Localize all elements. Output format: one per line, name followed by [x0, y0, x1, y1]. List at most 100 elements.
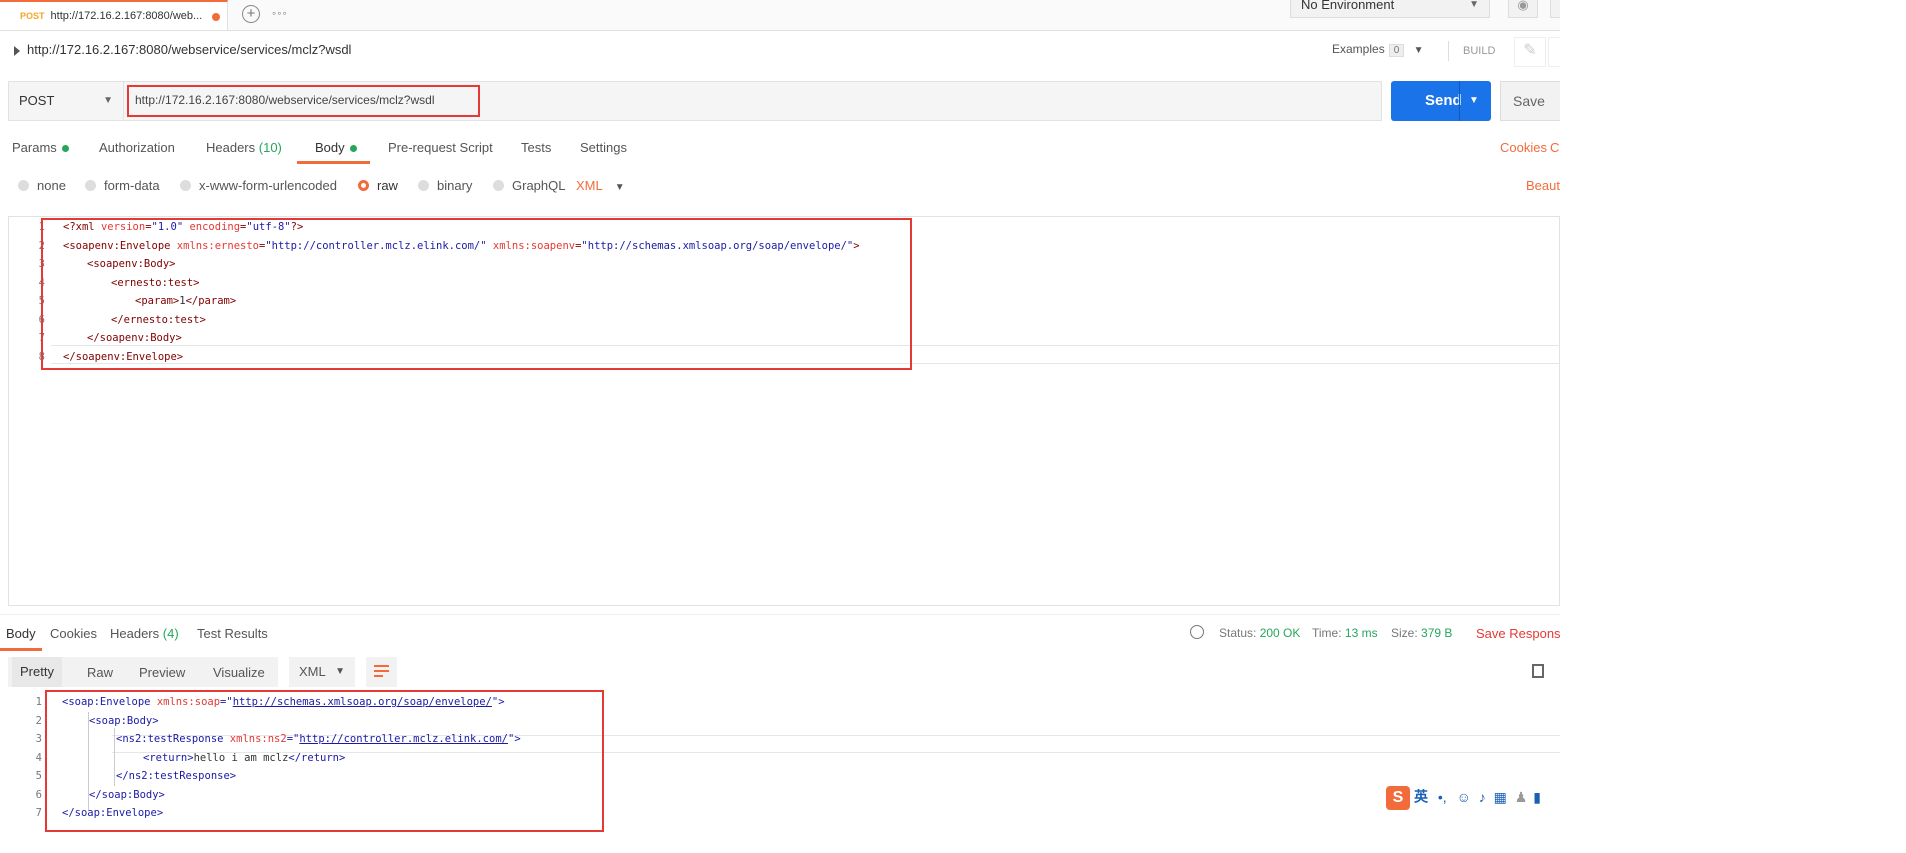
request-bar: POST ▼ http://172.16.2.167:8080/webservi…: [8, 81, 1382, 121]
copy-icon[interactable]: [1532, 664, 1544, 678]
radio-urlencoded[interactable]: x-www-form-urlencoded: [180, 178, 337, 193]
time-value: 13 ms: [1344, 626, 1378, 640]
chevron-down-icon[interactable]: ▼: [1469, 81, 1479, 121]
ime-language[interactable]: 英: [1414, 789, 1428, 805]
radio-form-data[interactable]: form-data: [85, 178, 160, 193]
radio-raw[interactable]: raw: [358, 178, 398, 193]
tab-params[interactable]: Params: [12, 140, 69, 155]
line-number: 5: [35, 770, 42, 782]
resp-tab-headers[interactable]: Headers (4): [110, 626, 179, 641]
headers-count: (10): [258, 140, 282, 155]
tab-prerequest-script[interactable]: Pre-request Script: [388, 140, 493, 155]
tab-headers[interactable]: Headers (10): [206, 140, 282, 155]
tab-settings[interactable]: Settings: [580, 140, 627, 155]
tab-bar: POST http://172.16.2.167:8080/web... + ◦◦…: [0, 0, 1560, 31]
radio-circle-icon: [85, 180, 96, 191]
pencil-icon[interactable]: ✎: [1514, 37, 1546, 67]
examples-dropdown[interactable]: Examples 0 ▼: [1332, 42, 1424, 57]
emoji-icon[interactable]: ☺: [1457, 789, 1471, 805]
chevron-down-icon: ▼: [614, 182, 625, 193]
radio-circle-icon: [418, 180, 429, 191]
method-label: POST: [19, 93, 55, 108]
tab-authorization[interactable]: Authorization: [99, 140, 175, 155]
line-number: 4: [35, 751, 42, 764]
method-select[interactable]: POST ▼: [9, 82, 124, 120]
highlight-box: [45, 690, 604, 832]
resp-tab-test-results[interactable]: Test Results: [197, 626, 268, 641]
more-tabs-icon[interactable]: ◦◦◦: [272, 6, 288, 20]
settings-icon[interactable]: [1550, 0, 1560, 18]
radio-label: raw: [377, 178, 398, 193]
globe-icon[interactable]: [1190, 625, 1204, 639]
new-tab-plus-icon[interactable]: +: [242, 5, 260, 23]
resp-tab-body[interactable]: Body: [6, 626, 36, 641]
radio-label: GraphQL: [512, 178, 566, 193]
unsaved-dot-icon: [212, 13, 220, 21]
radio-none[interactable]: none: [18, 178, 66, 193]
cookies-link[interactable]: Cookies: [1500, 140, 1547, 155]
radio-selected-icon: [358, 180, 369, 191]
response-view-toggle: Pretty Raw Preview Visualize: [8, 657, 278, 687]
beautify-link[interactable]: Beauti: [1526, 178, 1560, 193]
radio-circle-icon: [18, 180, 29, 191]
tab-body[interactable]: Body: [315, 140, 357, 155]
chevron-down-icon: ▼: [1413, 45, 1424, 56]
radio-binary[interactable]: binary: [418, 178, 472, 193]
examples-label: Examples: [1332, 42, 1385, 56]
save-response-button[interactable]: Save Response: [1476, 626, 1560, 641]
raw-format-select[interactable]: XML ▼: [576, 178, 625, 193]
request-name: http://172.16.2.167:8080/webservice/serv…: [27, 42, 352, 57]
time-readout: Time: 13 ms: [1312, 626, 1378, 640]
tab-body-label: Body: [315, 140, 345, 155]
punctuation-icon[interactable]: •,: [1438, 789, 1447, 805]
radio-circle-icon: [493, 180, 504, 191]
wrap-lines-icon[interactable]: [366, 657, 397, 687]
microphone-icon[interactable]: ♪: [1479, 789, 1486, 805]
save-button[interactable]: Save: [1500, 81, 1560, 121]
tab-headers-label: Headers: [206, 140, 256, 155]
skin-icon[interactable]: ▮: [1533, 789, 1541, 805]
size-value: 379 B: [1421, 626, 1453, 640]
eye-icon[interactable]: ◉: [1508, 0, 1538, 18]
resp-headers-label: Headers: [110, 626, 160, 641]
chevron-down-icon: ▼: [103, 95, 113, 106]
environment-select[interactable]: No Environment ▼: [1290, 0, 1490, 18]
expand-triangle-icon[interactable]: [14, 46, 20, 56]
divider: [1448, 41, 1449, 61]
response-tabs: Body Cookies Headers (4) Test Results St…: [0, 614, 1560, 651]
resp-tab-cookies[interactable]: Cookies: [50, 626, 97, 641]
environment-label: No Environment: [1301, 0, 1395, 12]
size-readout: Size: 379 B: [1391, 626, 1452, 640]
divider: [1459, 81, 1460, 121]
active-dot-icon: [349, 145, 357, 153]
size-label: Size:: [1391, 626, 1418, 640]
highlight-box: [41, 218, 912, 370]
radio-graphql[interactable]: GraphQL: [493, 178, 565, 193]
request-tabs: Params Authorization Headers (10) Body P…: [0, 130, 1560, 164]
request-tab[interactable]: POST http://172.16.2.167:8080/web...: [0, 0, 228, 30]
user-icon[interactable]: ♟: [1515, 789, 1528, 805]
response-format-select[interactable]: XML ▼: [289, 657, 355, 687]
send-button[interactable]: Send ▼: [1391, 81, 1491, 121]
active-tab-indicator: [0, 648, 42, 651]
ime-toolbar[interactable]: S英 •, ☺ ♪ ▦ ♟ ▮: [1386, 786, 1541, 812]
view-preview[interactable]: Preview: [139, 665, 185, 680]
line-number: 2: [35, 714, 42, 727]
tab-title: http://172.16.2.167:8080/web...: [50, 10, 203, 22]
build-mode-label[interactable]: BUILD: [1463, 45, 1495, 57]
chevron-down-icon: ▼: [1469, 0, 1479, 10]
request-header: http://172.16.2.167:8080/webservice/serv…: [0, 31, 1560, 71]
doc-icon[interactable]: [1548, 37, 1560, 67]
line-number: 1: [35, 696, 42, 708]
url-input[interactable]: http://172.16.2.167:8080/webservice/serv…: [127, 85, 480, 117]
tab-tests[interactable]: Tests: [521, 140, 551, 155]
code-link[interactable]: C: [1550, 140, 1559, 155]
line-number: 7: [35, 807, 42, 819]
view-visualize[interactable]: Visualize: [213, 665, 265, 680]
line-number: 6: [35, 788, 42, 801]
keyboard-icon[interactable]: ▦: [1494, 789, 1507, 805]
view-raw[interactable]: Raw: [87, 665, 113, 680]
postman-window: POST http://172.16.2.167:8080/web... + ◦◦…: [0, 0, 1560, 853]
line-number: 3: [35, 733, 42, 745]
view-pretty[interactable]: Pretty: [12, 657, 62, 687]
